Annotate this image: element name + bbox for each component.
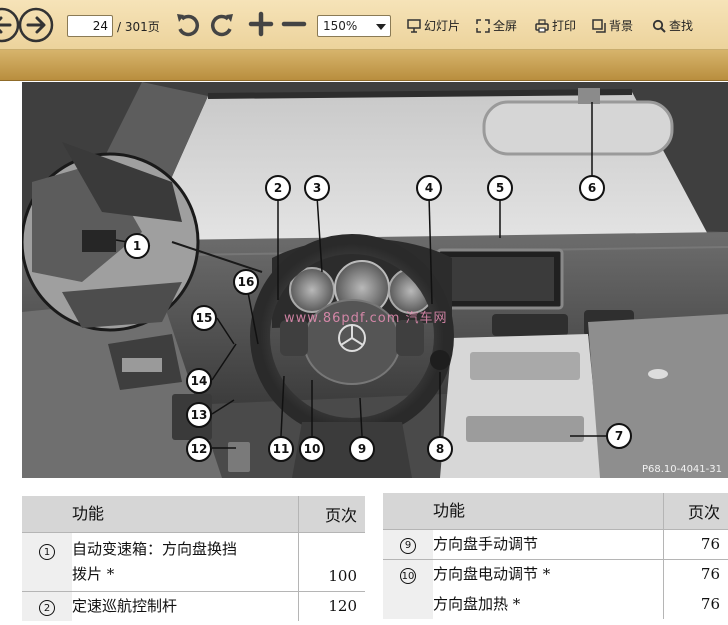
background-icon — [592, 18, 606, 33]
chevron-down-icon — [376, 24, 386, 30]
slideshow-icon — [407, 18, 421, 33]
table-row: 2 定速巡航控制杆 120 — [22, 590, 365, 621]
cockpit-figure: www.86pdf.com 汽车网 P68.10-4041-31 1 2 3 4… — [22, 82, 728, 478]
row-number: 9 — [400, 537, 416, 554]
callout-8: 8 — [427, 436, 453, 462]
row-text: 方向盘加热 * — [433, 594, 521, 613]
header-page: 页次 — [297, 496, 365, 532]
callout-11: 11 — [268, 436, 294, 462]
pdf-toolbar: / 301页 150% 幻灯片 全屏 打印 背景 查找 — [0, 0, 728, 50]
table-header: 功能 页次 — [22, 496, 365, 532]
back-icon[interactable] — [0, 7, 20, 43]
fullscreen-icon — [476, 18, 490, 33]
callout-5: 5 — [487, 175, 513, 201]
page-number-input[interactable] — [67, 15, 113, 37]
row-page: 76 — [662, 558, 728, 589]
page-total-label: / 301页 — [117, 20, 160, 34]
row-page: 100 — [297, 531, 365, 591]
zoom-in-icon[interactable] — [248, 11, 274, 37]
row-text: 定速巡航控制杆 — [72, 590, 298, 621]
callout-4: 4 — [416, 175, 442, 201]
callout-3: 3 — [304, 175, 330, 201]
search-button[interactable]: 查找 — [652, 17, 693, 34]
table-row: 10 方向盘电动调节 * 76 — [383, 558, 728, 589]
callout-1: 1 — [124, 233, 150, 259]
forward-icon[interactable] — [18, 7, 54, 43]
zoom-value: 150% — [323, 19, 358, 33]
table-row: 方向盘加热 * 76 — [383, 589, 728, 619]
row-text: 拨片 * — [72, 564, 115, 583]
row-number: 1 — [39, 544, 55, 560]
search-icon — [652, 19, 666, 33]
callout-9: 9 — [349, 436, 375, 462]
callout-14: 14 — [186, 368, 212, 394]
function-table-right: 功能 页次 9 方向盘手动调节 76 10 方向盘电动调节 * 76 方向盘加热… — [383, 493, 728, 619]
figure-code: P68.10-4041-31 — [641, 464, 722, 475]
callout-16: 16 — [233, 269, 259, 295]
header-page: 页次 — [662, 493, 728, 529]
rotate-left-icon[interactable] — [173, 10, 203, 40]
row-text: 自动变速箱：方向盘换挡 — [72, 539, 238, 558]
table-row: 1 自动变速箱：方向盘换挡 拨片 * 100 — [22, 531, 365, 591]
row-number: 10 — [400, 568, 416, 584]
watermark: www.86pdf.com 汽车网 — [284, 311, 448, 326]
header-function: 功能 — [433, 493, 663, 529]
row-page: 76 — [662, 528, 728, 559]
row-text: 方向盘手动调节 — [433, 528, 663, 559]
callout-2: 2 — [265, 175, 291, 201]
zoom-out-icon[interactable] — [281, 11, 307, 37]
cockpit-illustration — [22, 82, 728, 478]
callout-7: 7 — [606, 423, 632, 449]
row-page: 76 — [662, 589, 728, 619]
zoom-select[interactable]: 150% — [317, 15, 391, 37]
background-button[interactable]: 背景 — [592, 17, 633, 34]
row-number: 2 — [39, 600, 55, 616]
toolbar-band — [0, 50, 728, 81]
print-icon — [535, 18, 549, 33]
callout-15: 15 — [191, 305, 217, 331]
row-page: 120 — [297, 590, 365, 621]
callout-10: 10 — [299, 436, 325, 462]
print-button[interactable]: 打印 — [535, 17, 576, 34]
callout-12: 12 — [186, 436, 212, 462]
function-table-left: 功能 页次 1 自动变速箱：方向盘换挡 拨片 * 100 2 定速巡航控制杆 1… — [22, 496, 365, 621]
slideshow-button[interactable]: 幻灯片 — [407, 17, 460, 34]
header-function: 功能 — [72, 496, 298, 532]
table-row: 9 方向盘手动调节 76 — [383, 528, 728, 559]
rotate-right-icon[interactable] — [207, 10, 237, 40]
table-header: 功能 页次 — [383, 493, 728, 529]
row-text: 方向盘电动调节 * — [433, 558, 663, 589]
callout-13: 13 — [186, 402, 212, 428]
fullscreen-button[interactable]: 全屏 — [476, 17, 517, 34]
callout-6: 6 — [579, 175, 605, 201]
